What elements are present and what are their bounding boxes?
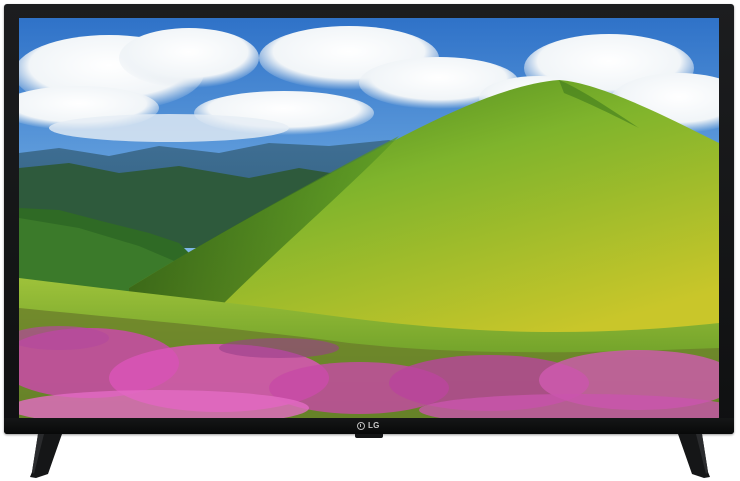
landscape-wallpaper xyxy=(19,18,719,418)
remote-sensor xyxy=(355,434,383,438)
tv-screen xyxy=(19,18,719,418)
tv-product-image: LG xyxy=(0,0,740,481)
left-stand-foot xyxy=(30,434,62,478)
right-stand-foot xyxy=(678,434,710,478)
brand-logo: LG xyxy=(357,421,380,430)
brand-label: LG xyxy=(368,421,380,430)
lg-logo-icon xyxy=(357,421,365,430)
